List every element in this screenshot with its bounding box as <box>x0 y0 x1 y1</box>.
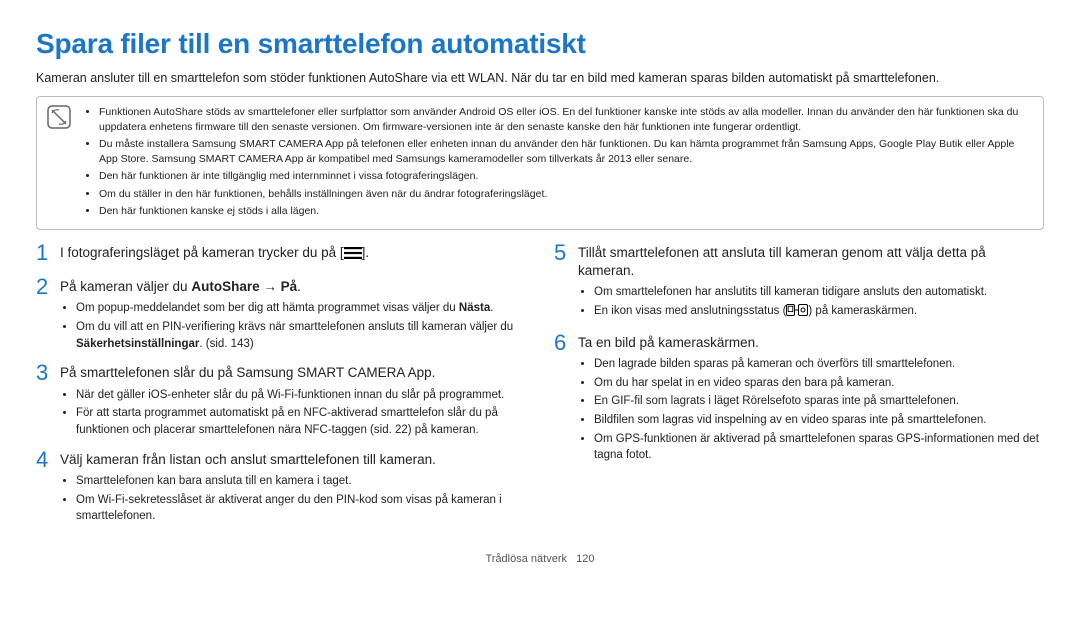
page-number: 120 <box>576 553 594 565</box>
left-column: 1 I fotograferingsläget på kameran tryck… <box>36 244 526 537</box>
step-number: 4 <box>36 449 60 527</box>
intro-text: Kameran ansluter till en smarttelefon so… <box>36 70 1044 88</box>
sub-item: Om GPS-funktionen är aktiverad på smartt… <box>594 431 1044 464</box>
sub-item: Om Wi-Fi-sekretesslåset är aktiverat ang… <box>76 492 526 525</box>
sub-item: Smarttelefonen kan bara ansluta till en … <box>76 473 526 490</box>
step-text: Tillåt smarttelefonen att ansluta till k… <box>578 244 1044 280</box>
menu-icon <box>344 246 362 264</box>
footer-section: Trådlösa nätverk <box>485 553 567 565</box>
step-text: På kameran väljer du AutoShare → På. <box>60 278 526 296</box>
sub-item: En GIF-fil som lagrats i läget Rörelsefo… <box>594 393 1044 410</box>
step-number: 3 <box>36 362 60 440</box>
step-text: Ta en bild på kameraskärmen. <box>578 334 1044 352</box>
step-5: 5 Tillåt smarttelefonen att ansluta till… <box>554 244 1044 324</box>
right-column: 5 Tillåt smarttelefonen att ansluta till… <box>554 244 1044 537</box>
connection-status-icon <box>786 304 808 322</box>
note-icon <box>47 105 75 129</box>
step-text: I fotograferingsläget på kameran trycker… <box>60 244 526 264</box>
page-footer: Trådlösa nätverk 120 <box>36 553 1044 565</box>
step-number: 2 <box>36 276 60 354</box>
note-box: Funktionen AutoShare stöds av smarttelef… <box>36 96 1044 231</box>
step-6: 6 Ta en bild på kameraskärmen. Den lagra… <box>554 334 1044 466</box>
note-list: Funktionen AutoShare stöds av smarttelef… <box>85 105 1033 222</box>
note-item: Den här funktionen kanske ej stöds i all… <box>99 204 1033 219</box>
step-text: Välj kameran från listan och anslut smar… <box>60 451 526 469</box>
sub-item: Bildfilen som lagras vid inspelning av e… <box>594 412 1044 429</box>
step-3: 3 På smarttelefonen slår du på Samsung S… <box>36 364 526 440</box>
sub-item: Den lagrade bilden sparas på kameran och… <box>594 356 1044 373</box>
sub-item: Om du vill att en PIN-verifiering krävs … <box>76 319 526 352</box>
step-2: 2 På kameran väljer du AutoShare → På. O… <box>36 278 526 354</box>
page-title: Spara filer till en smarttelefon automat… <box>36 28 1044 60</box>
note-item: Den här funktionen är inte tillgänglig m… <box>99 169 1033 184</box>
step-4: 4 Välj kameran från listan och anslut sm… <box>36 451 526 527</box>
note-item: Du måste installera Samsung SMART CAMERA… <box>99 137 1033 167</box>
step-number: 6 <box>554 332 578 466</box>
step-text: På smarttelefonen slår du på Samsung SMA… <box>60 364 526 382</box>
sub-list: Smarttelefonen kan bara ansluta till en … <box>60 473 526 525</box>
sub-item: Om popup-meddelandet som ber dig att häm… <box>76 300 526 317</box>
sub-item: En ikon visas med anslutningsstatus () p… <box>594 303 1044 322</box>
sub-list: Om smarttelefonen har anslutits till kam… <box>578 284 1044 321</box>
sub-list: Om popup-meddelandet som ber dig att häm… <box>60 300 526 352</box>
sub-item: För att starta programmet automatiskt på… <box>76 405 526 438</box>
step-1: 1 I fotograferingsläget på kameran tryck… <box>36 244 526 268</box>
step-number: 5 <box>554 242 578 324</box>
sub-item: Om du har spelat in en video sparas den … <box>594 375 1044 392</box>
note-item: Funktionen AutoShare stöds av smarttelef… <box>99 105 1033 135</box>
sub-list: När det gäller iOS-enheter slår du på Wi… <box>60 387 526 439</box>
sub-list: Den lagrade bilden sparas på kameran och… <box>578 356 1044 464</box>
note-item: Om du ställer in den här funktionen, beh… <box>99 187 1033 202</box>
sub-item: Om smarttelefonen har anslutits till kam… <box>594 284 1044 301</box>
sub-item: När det gäller iOS-enheter slår du på Wi… <box>76 387 526 404</box>
step-number: 1 <box>36 242 60 268</box>
